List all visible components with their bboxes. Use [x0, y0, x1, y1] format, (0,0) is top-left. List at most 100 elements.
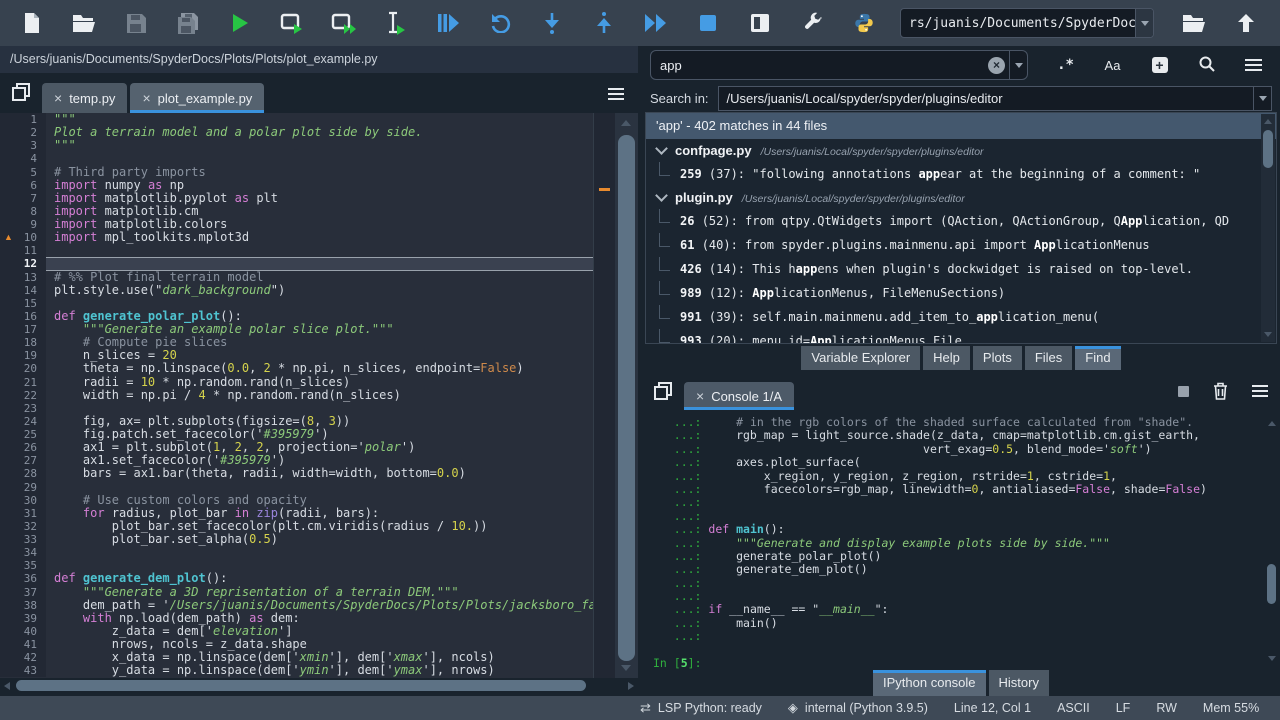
search-results-header[interactable]: 'app' - 402 matches in 44 files	[646, 113, 1276, 139]
line-number[interactable]: 13	[0, 271, 46, 284]
line-number[interactable]: 34	[0, 546, 46, 559]
code-line-38[interactable]: 38 dem_path = '/Users/juanis/Documents/S…	[0, 599, 638, 612]
line-number[interactable]: 8	[0, 205, 46, 218]
save-all-button[interactable]	[162, 0, 214, 46]
editor-vscroll-thumb[interactable]	[618, 135, 635, 661]
find-options-menu-icon[interactable]	[1245, 64, 1262, 66]
run-cell-advance-button[interactable]	[318, 0, 370, 46]
code-line-24[interactable]: 24 fig, ax= plt.subplots(figsize=(8, 3))	[0, 415, 638, 428]
scroll-up-arrow-icon[interactable]	[1268, 421, 1276, 426]
continue-button[interactable]	[630, 0, 682, 46]
chevron-down-icon[interactable]	[655, 189, 668, 202]
exclude-files-toggle-button[interactable]: +	[1136, 57, 1183, 73]
line-number[interactable]: 6	[0, 179, 46, 192]
line-number[interactable]: 5	[0, 166, 46, 179]
line-number[interactable]: 33	[0, 533, 46, 546]
result-match-row[interactable]: 26 (52): from qtpy.QtWidgets import (QAc…	[646, 209, 1276, 233]
code-line-28[interactable]: 28 bars = ax1.bar(theta, radii, width=wi…	[0, 467, 638, 480]
line-number[interactable]: 26	[0, 441, 46, 454]
code-line-6[interactable]: 6import numpy as np	[0, 179, 638, 192]
remove-console-icon[interactable]	[1213, 382, 1228, 400]
debug-file-button[interactable]	[422, 0, 474, 46]
result-match-row[interactable]: 259 (37): "following annotations appear …	[646, 162, 1276, 186]
pane-tab-variable-explorer[interactable]: Variable Explorer	[801, 346, 920, 370]
code-line-3[interactable]: 3"""	[0, 139, 638, 152]
code-line-32[interactable]: 32 plot_bar.set_facecolor(plt.cm.viridis…	[0, 520, 638, 533]
open-file-button[interactable]	[58, 0, 110, 46]
code-line-13[interactable]: 13# %% Plot final terrain model	[0, 271, 638, 284]
code-line-8[interactable]: 8import matplotlib.cm	[0, 205, 638, 218]
line-number[interactable]: 35	[0, 559, 46, 572]
maximize-pane-button[interactable]	[734, 0, 786, 46]
working-directory-value[interactable]: rs/juanis/Documents/SpyderDocs	[901, 16, 1135, 31]
code-line-29[interactable]: 29	[0, 481, 638, 494]
code-line-16[interactable]: 16def generate_polar_plot():	[0, 310, 638, 323]
search-input[interactable]: app ×	[650, 50, 1028, 80]
working-directory-dropdown[interactable]	[1135, 9, 1153, 37]
editor-hscroll-thumb[interactable]	[16, 680, 586, 691]
interrupt-kernel-icon[interactable]	[1178, 386, 1189, 397]
code-line-19[interactable]: 19 n_slices = 20	[0, 349, 638, 362]
pane-tab-files[interactable]: Files	[1025, 346, 1072, 370]
console-scroll-thumb[interactable]	[1267, 564, 1276, 604]
code-line-34[interactable]: 34	[0, 546, 638, 559]
search-in-value[interactable]: /Users/juanis/Local/spyder/spyder/plugin…	[719, 91, 1253, 106]
line-number[interactable]: 20	[0, 362, 46, 375]
result-match-row[interactable]: 993 (20): menu_id=ApplicationMenus.File	[646, 329, 1276, 344]
scroll-left-arrow-icon[interactable]	[4, 682, 10, 690]
code-line-9[interactable]: 9import matplotlib.colors	[0, 218, 638, 231]
line-number[interactable]: 22	[0, 389, 46, 402]
stop-button[interactable]	[682, 0, 734, 46]
scroll-up-arrow-icon[interactable]	[1264, 119, 1272, 124]
result-file-row[interactable]: confpage.py/Users/juanis/Local/spyder/sp…	[646, 139, 1276, 162]
line-number[interactable]: 23	[0, 402, 46, 415]
pane-tab-plots[interactable]: Plots	[973, 346, 1022, 370]
result-match-row[interactable]: 426 (14): This happens when plugin's doc…	[646, 257, 1276, 281]
chevron-down-icon[interactable]	[655, 142, 668, 155]
code-editor[interactable]: 1"""2Plot a terrain model and a polar pl…	[0, 113, 638, 678]
pane-tab-history[interactable]: History	[989, 670, 1049, 696]
scroll-right-arrow-icon[interactable]	[628, 682, 634, 690]
rerun-button[interactable]	[474, 0, 526, 46]
run-selection-button[interactable]	[370, 0, 422, 46]
line-number[interactable]: 41	[0, 638, 46, 651]
line-number[interactable]: 43	[0, 664, 46, 677]
search-history-dropdown[interactable]	[1009, 51, 1027, 79]
code-line-20[interactable]: 20 theta = np.linspace(0.0, 2 * np.pi, n…	[0, 362, 638, 375]
line-number[interactable]: 30	[0, 494, 46, 507]
code-line-18[interactable]: 18 # Compute pie slices	[0, 336, 638, 349]
scroll-up-arrow-icon[interactable]	[621, 120, 631, 126]
editor-horizontal-scrollbar[interactable]	[0, 678, 638, 694]
code-line-42[interactable]: 42 x_data = np.linspace(dem['xmin'], dem…	[0, 651, 638, 664]
close-tab-icon[interactable]: ×	[696, 389, 704, 403]
save-button[interactable]	[110, 0, 162, 46]
result-file-row[interactable]: plugin.py/Users/juanis/Local/spyder/spyd…	[646, 186, 1276, 209]
code-line-23[interactable]: 23	[0, 402, 638, 415]
search-button[interactable]	[1183, 56, 1230, 75]
python-env-button[interactable]	[838, 0, 890, 46]
line-number[interactable]: 29	[0, 481, 46, 494]
code-line-10[interactable]: 10▲import mpl_toolkits.mplot3d	[0, 231, 638, 244]
code-line-35[interactable]: 35	[0, 559, 638, 572]
line-number[interactable]: 24	[0, 415, 46, 428]
line-number[interactable]: 25	[0, 428, 46, 441]
line-number[interactable]: 9	[0, 218, 46, 231]
line-number[interactable]: 14	[0, 284, 46, 297]
line-number[interactable]: 1	[0, 113, 46, 126]
browse-tabs-icon[interactable]	[654, 382, 672, 400]
code-line-1[interactable]: 1"""	[0, 113, 638, 126]
step-into-button[interactable]	[526, 0, 578, 46]
code-line-14[interactable]: 14plt.style.use("dark_background")	[0, 284, 638, 297]
line-number[interactable]: 2	[0, 126, 46, 139]
parent-directory-button[interactable]	[1220, 0, 1272, 46]
scroll-down-arrow-icon[interactable]	[1268, 656, 1276, 661]
line-number[interactable]: 7	[0, 192, 46, 205]
code-line-15[interactable]: 15	[0, 297, 638, 310]
line-number[interactable]: 32	[0, 520, 46, 533]
code-line-22[interactable]: 22 width = np.pi / 4 * np.random.rand(n_…	[0, 389, 638, 402]
code-line-25[interactable]: 25 fig.patch.set_facecolor('#395979')	[0, 428, 638, 441]
result-match-row[interactable]: 61 (40): from spyder.plugins.mainmenu.ap…	[646, 233, 1276, 257]
code-line-31[interactable]: 31 for radius, plot_bar in zip(radii, ba…	[0, 507, 638, 520]
line-number[interactable]: 18	[0, 336, 46, 349]
code-line-27[interactable]: 27 ax1.set_facecolor('#395979')	[0, 454, 638, 467]
